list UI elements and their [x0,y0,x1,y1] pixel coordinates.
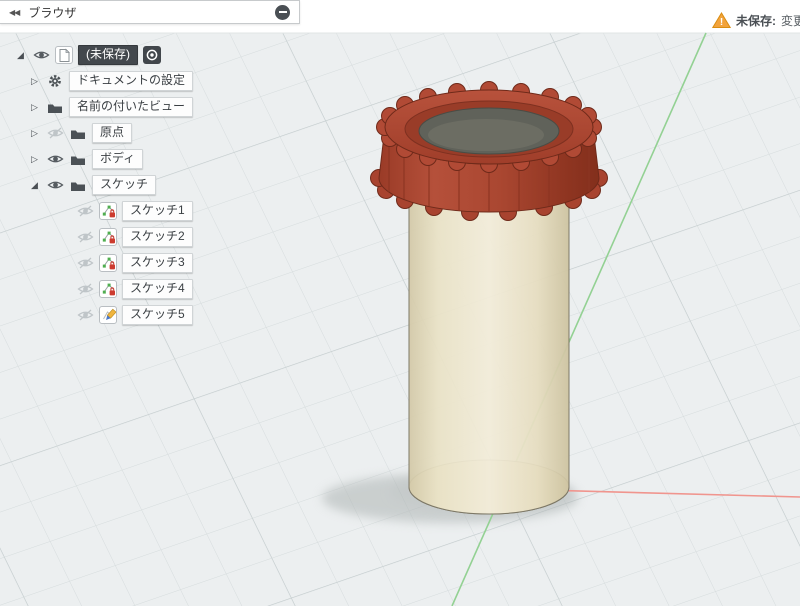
sketch-icon [99,280,117,298]
collapsed-icon[interactable]: ▷ [28,76,41,87]
sketch-icon [99,254,117,272]
tree-row-origin[interactable]: ▷ 原点 [28,120,193,146]
folder-icon [46,100,64,114]
minimize-panel-button[interactable] [275,4,290,20]
gear-icon [46,74,64,88]
cylinder-body[interactable] [408,191,570,515]
warning-triangle-icon: ! [712,11,731,28]
tree-row-bodies[interactable]: ▷ ボディ [28,146,193,172]
tree-row-sketch4[interactable]: スケッチ4 [76,276,193,302]
visibility-eye-icon[interactable] [46,152,64,166]
sketch-icon [99,202,117,220]
unsaved-status-detail: 変更が [781,13,800,28]
visibility-eye-icon[interactable] [46,178,64,192]
sketch-icon [99,228,117,246]
tree-row-sketch1[interactable]: スケッチ1 [76,198,193,224]
cap-model[interactable] [370,81,608,221]
document-icon [55,46,73,64]
visibility-eye-off-icon[interactable] [76,230,94,244]
tree-row-sketch5[interactable]: スケッチ5 [76,302,193,328]
browser-panel-header: ◀◀ ブラウザ [0,0,300,24]
visibility-eye-off-icon[interactable] [76,282,94,296]
tree-row-document-settings[interactable]: ▷ ドキュメントの設定 [28,68,194,94]
expand-icon[interactable]: ◢ [14,50,27,61]
sketch-label[interactable]: スケッチ4 [122,278,193,300]
expand-icon[interactable]: ◢ [28,180,41,191]
sketch-edit-icon [99,306,117,324]
collapsed-icon[interactable]: ▷ [28,154,41,165]
sketch-label[interactable]: スケッチ1 [122,200,193,222]
collapsed-icon[interactable]: ▷ [28,102,41,113]
tree-item-label[interactable]: ボディ [92,148,144,170]
visibility-eye-off-icon[interactable] [76,256,94,270]
app-window: ◀◀ ブラウザ ◢ (未保存) ▷ ドキュメントの設定 ▷ 名前の付いたビュー … [0,0,800,606]
tree-item-label[interactable]: ドキュメントの設定 [69,70,194,92]
visibility-eye-off-icon[interactable] [46,126,64,140]
document-activate-icon[interactable] [143,46,161,64]
collapsed-icon[interactable]: ▷ [28,128,41,139]
unsaved-status-label: 未保存: [736,13,776,28]
warning-exclamation: ! [720,17,723,28]
unsaved-warning: ! 未保存: 変更が [712,10,800,30]
visibility-eye-off-icon[interactable] [76,308,94,322]
visibility-eye-off-icon[interactable] [76,204,94,218]
tree-item-label[interactable]: 名前の付いたビュー [69,96,194,118]
tree-row-sketch3[interactable]: スケッチ3 [76,250,193,276]
tree-row-document[interactable]: ◢ (未保存) [14,42,193,68]
browser-panel-title: ブラウザ [28,5,77,20]
folder-icon [69,178,87,192]
browser-tree: ◢ (未保存) ▷ ドキュメントの設定 ▷ 名前の付いたビュー ▷ 原点 ▷ ボ… [14,42,194,328]
tree-item-label[interactable]: 原点 [92,122,133,144]
folder-icon [69,126,87,140]
folder-icon [69,152,87,166]
document-name-label[interactable]: (未保存) [78,44,138,66]
tree-row-sketch2[interactable]: スケッチ2 [76,224,193,250]
collapse-panel-icon[interactable]: ◀◀ [9,8,20,17]
sketch-label[interactable]: スケッチ3 [122,252,193,274]
sketch-label[interactable]: スケッチ2 [122,226,193,248]
tree-item-label[interactable]: スケッチ [92,174,157,196]
visibility-eye-icon[interactable] [32,48,50,62]
cap-hole-floor [428,119,544,151]
tree-row-sketches[interactable]: ◢ スケッチ [28,172,193,198]
sketch-label[interactable]: スケッチ5 [122,304,193,326]
tree-row-named-views[interactable]: ▷ 名前の付いたビュー [28,94,194,120]
